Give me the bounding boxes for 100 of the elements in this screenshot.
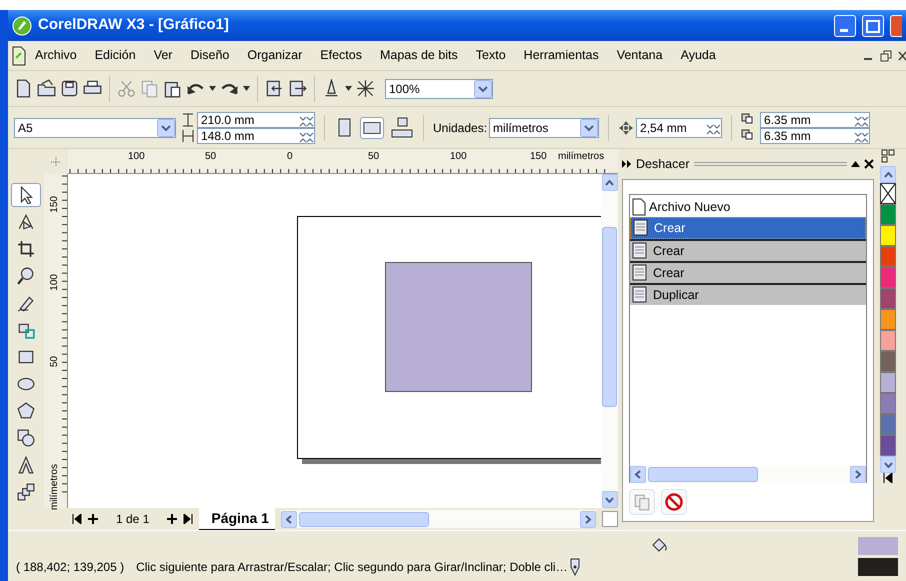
scrollbar-thumb[interactable] xyxy=(602,227,617,407)
maximize-button[interactable] xyxy=(862,14,884,36)
color-swatch[interactable] xyxy=(880,330,896,351)
color-swatch[interactable] xyxy=(880,267,896,288)
chevron-up-icon xyxy=(884,172,892,178)
offset-field[interactable]: 6.35 mm xyxy=(760,128,870,144)
menu-item[interactable]: Mapas de bits xyxy=(370,46,467,65)
burst-icon[interactable] xyxy=(356,79,375,98)
color-swatch[interactable] xyxy=(880,246,896,267)
collapse-icon[interactable] xyxy=(851,161,860,167)
menu-item[interactable]: Edición xyxy=(86,46,145,65)
menu-item[interactable]: Organizar xyxy=(238,46,312,65)
scroll-left-button[interactable] xyxy=(630,466,646,482)
color-swatch[interactable] xyxy=(880,225,896,246)
color-swatch[interactable] xyxy=(880,288,896,309)
last-page-icon[interactable] xyxy=(183,514,194,524)
menu-item[interactable]: Ventana xyxy=(608,46,672,65)
clear-button[interactable] xyxy=(661,489,687,515)
undo-list-item[interactable]: Crear xyxy=(630,261,866,283)
undo-list-item[interactable]: Crear xyxy=(630,217,866,239)
caret-icon[interactable] xyxy=(209,86,216,91)
scroll-down-button[interactable] xyxy=(880,456,896,473)
color-swatch[interactable] xyxy=(880,372,896,393)
close-icon[interactable] xyxy=(898,50,906,62)
first-page-icon[interactable] xyxy=(72,514,82,524)
units-label: Unidades: xyxy=(433,120,488,136)
ruler-label: 0 xyxy=(287,152,293,162)
menu-item[interactable]: Ver xyxy=(144,46,182,65)
document-icon[interactable] xyxy=(12,46,26,66)
scroll-up-button[interactable] xyxy=(880,166,896,183)
palette-options-icon[interactable] xyxy=(881,149,895,163)
ruler-label: 150 xyxy=(50,196,60,213)
color-swatch[interactable] xyxy=(880,351,896,372)
node-edit-icon xyxy=(17,213,35,231)
scroll-right-button[interactable] xyxy=(580,510,596,528)
app-logo-icon xyxy=(12,16,32,36)
folder-icon[interactable] xyxy=(37,79,56,98)
color-swatch[interactable] xyxy=(880,414,896,435)
nudge-field[interactable]: 2,54 mm xyxy=(636,118,722,138)
add-page-icon[interactable] xyxy=(88,514,98,524)
landscape-icon[interactable] xyxy=(360,116,384,138)
nudge-icon xyxy=(618,120,634,136)
clipboard-icon[interactable] xyxy=(163,79,182,98)
height-icon xyxy=(182,128,194,142)
color-swatch[interactable] xyxy=(880,309,896,330)
ruler-origin-icon[interactable] xyxy=(51,156,61,166)
offset-field[interactable]: 6.35 mm xyxy=(760,112,870,128)
first-page-icon[interactable] xyxy=(883,473,893,483)
scroll-down-button[interactable] xyxy=(602,491,618,508)
menu-item[interactable]: Herramientas xyxy=(514,46,608,65)
export-icon[interactable] xyxy=(288,79,307,98)
close-button[interactable] xyxy=(890,14,902,36)
menu-item[interactable]: Efectos xyxy=(311,46,371,65)
blend-icon xyxy=(17,483,35,501)
expand-icon[interactable] xyxy=(622,160,632,168)
page-layout-icon[interactable] xyxy=(390,116,414,140)
letter-icon xyxy=(17,456,35,474)
chevron-right-icon xyxy=(855,470,861,478)
zoom-dropdown[interactable]: 100% xyxy=(385,78,493,98)
ruler-unit: milímetros xyxy=(50,464,60,510)
ruler-label: 150 xyxy=(530,152,547,162)
import-icon[interactable] xyxy=(265,79,284,98)
prohibited-icon xyxy=(665,493,683,512)
tool-button[interactable] xyxy=(11,183,41,207)
scrollbar-thumb[interactable] xyxy=(648,466,758,482)
scroll-left-button[interactable] xyxy=(280,510,297,528)
minimize-button[interactable] xyxy=(834,14,856,36)
menu-item[interactable]: Texto xyxy=(466,46,515,65)
ruler-label: 100 xyxy=(450,152,467,162)
crop-icon xyxy=(17,240,35,258)
ruler-label: 50 xyxy=(205,152,216,162)
undo-list-item[interactable]: Crear xyxy=(630,239,866,261)
menu-item[interactable]: Diseño xyxy=(181,46,238,65)
caret-icon[interactable] xyxy=(345,86,352,91)
chevron-down-icon xyxy=(884,462,892,468)
ruler-label: 100 xyxy=(50,274,60,291)
color-swatch[interactable] xyxy=(880,435,896,456)
caret-icon[interactable] xyxy=(243,86,250,91)
color-swatch[interactable] xyxy=(880,393,896,414)
close-icon[interactable] xyxy=(864,159,874,169)
undo-list-item[interactable]: Duplicar xyxy=(630,283,866,305)
undo-list-item[interactable]: Archivo Nuevo xyxy=(630,195,866,217)
menu-item[interactable]: Archivo xyxy=(26,46,86,65)
ruler-label: 50 xyxy=(368,152,380,162)
size-field[interactable]: 210.0 mm xyxy=(197,112,315,128)
ruler-label: 100 xyxy=(128,152,145,162)
units-dropdown[interactable]: milímetros xyxy=(489,118,600,138)
paper-size-dropdown[interactable]: A5 xyxy=(14,118,176,138)
scroll-right-button[interactable] xyxy=(850,466,866,482)
add-page-icon[interactable] xyxy=(167,514,178,524)
page-tab[interactable]: Página 1 xyxy=(199,508,275,530)
scrollbar-thumb[interactable] xyxy=(298,512,429,526)
menu-item[interactable]: Ayuda xyxy=(672,46,725,65)
scroll-up-button[interactable] xyxy=(602,174,618,191)
no-color-swatch[interactable] xyxy=(880,183,896,204)
restore-icon[interactable] xyxy=(880,50,892,62)
size-field[interactable]: 148.0 mm xyxy=(197,128,315,144)
shapes-icon xyxy=(17,429,35,447)
color-swatch[interactable] xyxy=(880,204,896,225)
document-icon[interactable] xyxy=(14,79,33,98)
